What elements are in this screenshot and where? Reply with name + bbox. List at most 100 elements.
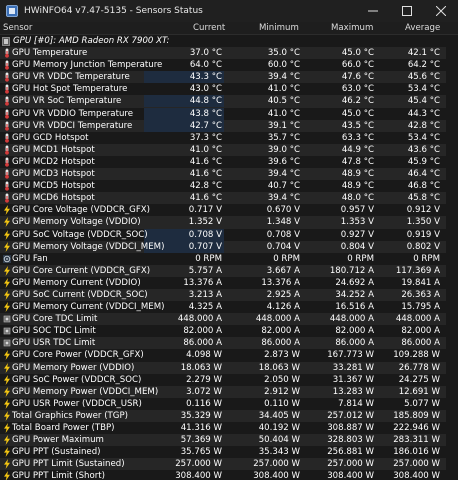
maximum-value: 48.9 °C <box>341 181 374 192</box>
maximum-value: 308.400 W <box>327 471 374 480</box>
sensor-row[interactable]: GPU PPT Limit (Sustained) 257.000 W 257.00… <box>0 458 458 471</box>
minimum-value: 39.0 °C <box>267 144 300 155</box>
vertical-scrollbar[interactable] <box>446 35 458 480</box>
minimum-value: 39.1 °C <box>267 120 300 131</box>
maximum-value: 63.0 °C <box>341 84 374 95</box>
maximum-value: 16.516 A <box>335 302 374 313</box>
sensor-row[interactable]: GPU VR VDDCI Temperature 42.7 °C 39.1 °C 43… <box>0 119 458 132</box>
sensor-group-label: GPU [#0]: AMD Radeon RX 7900 XT: <box>13 36 170 46</box>
sensor-label: GPU MCD3 Hotspot <box>12 169 95 180</box>
sensor-label: GPU SoC Voltage (VDDCR_SOC) <box>12 229 148 240</box>
sensor-row[interactable]: GPU Fan 0 RPM 0 RPM 0 RPM 0 RPM <box>0 253 458 265</box>
current-value: 42.7 °C <box>189 120 222 131</box>
sensor-row[interactable]: Total Graphics Power (TGP) 35.329 W 34.405… <box>0 409 458 422</box>
sensor-row[interactable]: GPU SoC Power (VDDCR_SOC) 2.279 W 2.050 W 3… <box>0 374 458 386</box>
maximize-button[interactable] <box>390 0 424 22</box>
lightning-icon <box>3 229 11 240</box>
maximum-value: 0.957 V <box>340 205 374 216</box>
sensor-label: GPU PPT Limit (Short) <box>12 471 106 480</box>
sensor-label: GPU Memory Power (VDDIO) <box>12 362 135 373</box>
sensor-row[interactable]: GPU Memory Current (VDDIO) 13.376 A 13.376… <box>0 277 458 289</box>
title-bar[interactable]: HWiNFO64 v7.47-5135 - Sensors Status <box>0 0 458 22</box>
sensor-row[interactable]: GPU Memory Voltage (VDDCI_MEM) 0.707 V 0.7… <box>0 240 458 253</box>
sensor-row[interactable]: GPU Memory Power (VDDIO) 18.063 W 18.063 W… <box>0 361 458 374</box>
column-minimum[interactable]: Minimum <box>259 23 299 33</box>
average-value: 46.4 °C <box>407 169 440 180</box>
sensor-row[interactable]: GPU MCD3 Hotspot 41.6 °C 39.4 °C 48.9 °C 46.… <box>0 168 458 181</box>
sensor-group-header[interactable]: GPU [#0]: AMD Radeon RX 7900 XT: <box>0 35 458 47</box>
sensor-row[interactable]: GPU MCD5 Hotspot 42.8 °C 40.7 °C 48.9 °C 46.… <box>0 180 458 192</box>
sensor-row[interactable]: GPU VR SoC Temperature 44.8 °C 40.5 °C 46.2… <box>0 95 458 108</box>
sensor-row[interactable]: GPU Memory Junction Temperature 64.0 °C 60… <box>0 59 458 71</box>
current-value: 42.8 °C <box>189 181 222 192</box>
sensor-row[interactable]: GPU Power Maximum 57.369 W 50.404 W 328.803… <box>0 434 458 447</box>
sensor-row[interactable]: GPU PPT (Sustained) 35.765 W 35.343 W 256.8… <box>0 446 458 458</box>
sensor-label: GPU Core TDC Limit <box>12 314 98 325</box>
hwinfo-app-icon <box>6 5 18 17</box>
sensor-row[interactable]: GPU Memory Voltage (VDDIO) 1.352 V 1.348 V… <box>0 216 458 229</box>
sensor-label: GPU SOC TDC Limit <box>12 326 96 337</box>
sensor-label: GPU USR Power (VDDCR_USR) <box>12 398 142 409</box>
column-current[interactable]: Current <box>193 23 225 33</box>
close-button[interactable] <box>424 0 458 22</box>
average-value: 42.8 °C <box>407 120 440 131</box>
sensor-row[interactable]: GPU Core TDC Limit 448.000 A 448.000 A 448.… <box>0 313 458 326</box>
sensor-row[interactable]: GPU Hot Spot Temperature 43.0 °C 41.0 °C 63… <box>0 83 458 95</box>
maximum-value: 180.712 A <box>329 265 374 276</box>
sensor-label: Total Board Power (TBP) <box>12 423 115 433</box>
sensor-row[interactable]: GPU USR Power (VDDCR_USR) 0.116 W 0.110 W 7… <box>0 398 458 410</box>
sensor-label: GPU Fan <box>12 253 48 264</box>
average-value: 186.016 W <box>393 447 440 458</box>
column-maximum[interactable]: Maximum <box>331 23 373 33</box>
maximum-value: 82.000 A <box>335 326 374 337</box>
sensor-row[interactable]: GPU PPT Limit (Short) 308.400 W 308.400 W 3… <box>0 470 458 480</box>
minimum-value: 0.708 V <box>266 229 300 240</box>
sensor-row[interactable]: GPU Core Voltage (VDDCR_GFX) 0.717 V 0.670… <box>0 204 458 216</box>
sensor-row[interactable]: Total Board Power (TBP) 41.316 W 40.192 W 3… <box>0 422 458 434</box>
sensor-row[interactable]: GPU SOC TDC Limit 82.000 A 82.000 A 82.000 … <box>0 325 458 337</box>
sensor-row[interactable]: GPU USR TDC Limit 86.000 A 86.000 A 86.000 … <box>0 337 458 350</box>
minimum-value: 40.7 °C <box>267 181 300 192</box>
minimum-value: 39.4 °C <box>267 193 300 204</box>
average-value: 19.841 A <box>401 277 440 288</box>
maximum-value: 1.353 V <box>340 217 374 228</box>
minimum-value: 2.912 W <box>264 386 300 397</box>
sensor-row[interactable]: GPU MCD6 Hotspot 41.6 °C 39.4 °C 48.0 °C 45.… <box>0 192 458 205</box>
sensor-row[interactable]: GPU SoC Current (VDDCR_SOC) 3.213 A 2.925 … <box>0 288 458 302</box>
sensor-row[interactable]: GPU Memory Power (VDDCI_MEM) 3.072 W 2.912… <box>0 385 458 398</box>
chip-icon <box>3 326 11 336</box>
sensor-row[interactable]: GPU SoC Voltage (VDDCR_SOC) 0.708 V 0.708 … <box>0 228 458 241</box>
current-value: 86.000 A <box>183 338 222 349</box>
maximum-value: 257.012 W <box>327 410 374 421</box>
sensor-row[interactable]: GPU VR VDDC Temperature 43.3 °C 39.4 °C 47.… <box>0 71 458 84</box>
minimum-value: 13.376 A <box>261 277 300 288</box>
minimize-button[interactable] <box>356 0 390 22</box>
sensor-row[interactable]: GPU Core Power (VDDCR_GFX) 4.098 W 2.873 W… <box>0 349 458 361</box>
column-average[interactable]: Average <box>405 23 440 33</box>
thermometer-icon <box>3 96 11 107</box>
sensor-row[interactable]: GPU Core Current (VDDCR_GFX) 5.757 A 3.667… <box>0 264 458 277</box>
minimum-value: 41.0 °C <box>267 84 300 95</box>
current-value: 41.6 °C <box>189 156 222 167</box>
sensor-row[interactable]: GPU Temperature 37.0 °C 35.0 °C 45.0 °C 42.1… <box>0 47 458 60</box>
current-value: 308.400 W <box>175 471 222 480</box>
current-value: 0 RPM <box>195 253 222 264</box>
sensor-label: GPU Core Voltage (VDDCR_GFX) <box>12 205 151 216</box>
maximum-value: 47.8 °C <box>341 156 374 167</box>
sensor-row[interactable]: GPU MCD2 Hotspot 41.6 °C 39.6 °C 47.8 °C 45.… <box>0 156 458 168</box>
sensor-label: Total Graphics Power (TGP) <box>12 410 128 421</box>
sensor-row[interactable]: GPU VR VDDIO Temperature 43.8 °C 41.0 °C 45… <box>0 107 458 120</box>
column-sensor[interactable]: Sensor <box>3 23 32 33</box>
sensor-row[interactable]: GPU MCD1 Hotspot 41.0 °C 39.0 °C 44.9 °C 43.… <box>0 143 458 156</box>
current-value: 37.3 °C <box>189 132 222 143</box>
lightning-icon <box>3 423 11 433</box>
minimum-value: 0.110 W <box>264 398 300 409</box>
sensor-row[interactable]: GPU GCD Hotspot 37.3 °C 35.7 °C 63.3 °C 53.4… <box>0 132 458 144</box>
sensor-row[interactable]: GPU Memory Current (VDDCI_MEM) 4.325 A 4.1… <box>0 301 458 313</box>
maximum-value: 256.881 W <box>327 447 374 458</box>
average-value: 24.275 W <box>398 374 440 385</box>
current-value: 2.279 W <box>186 374 222 385</box>
average-value: 44.3 °C <box>407 108 440 119</box>
current-value: 18.063 W <box>180 362 222 373</box>
lightning-icon <box>3 217 11 228</box>
